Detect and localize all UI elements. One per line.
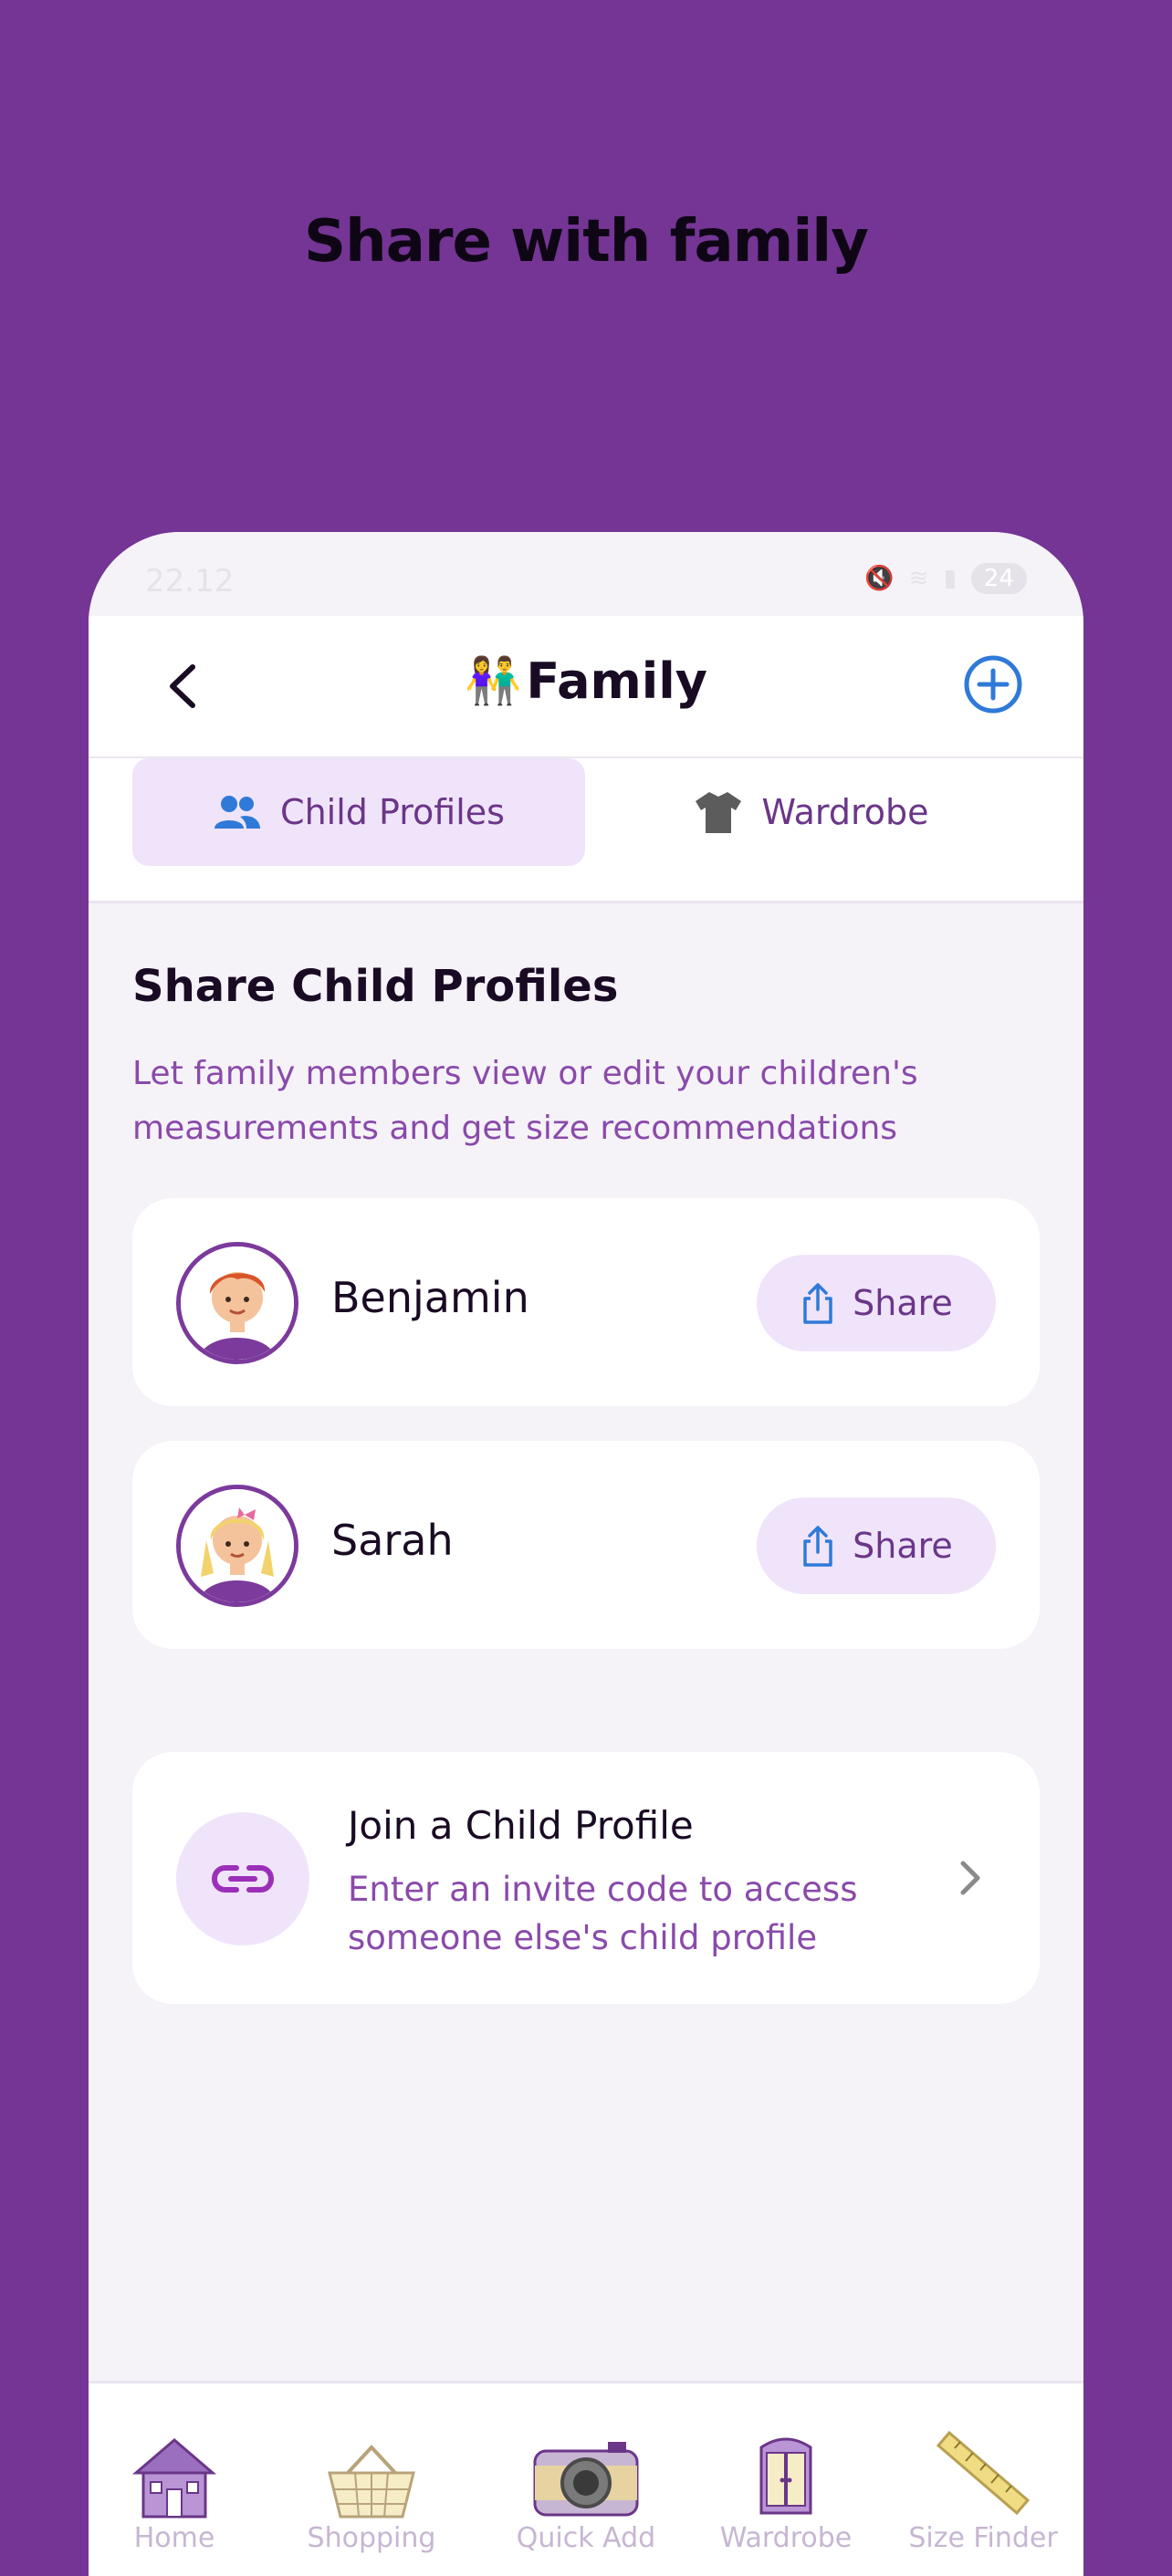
avatar	[176, 1485, 298, 1607]
nav-home-label: Home	[133, 2522, 215, 2554]
link-icon	[211, 1865, 275, 1893]
camera-icon	[533, 2442, 639, 2517]
status-icons: 🔇 ≋ ▮ 24	[864, 563, 1027, 594]
share-button-label: Share	[853, 1526, 953, 1566]
basket-icon	[328, 2445, 415, 2519]
page-title: 👫 Family	[89, 652, 1083, 710]
ruler-icon	[936, 2430, 1031, 2516]
house-icon	[131, 2438, 217, 2519]
bottom-navigation: Home Shopping Quick Add Wardrobe Size Fi…	[89, 2381, 1083, 2576]
family-emoji-icon: 👫	[464, 654, 522, 707]
nav-size-finder-label: Size Finder	[908, 2522, 1058, 2554]
nav-quick-add-label: Quick Add	[516, 2522, 656, 2554]
share-button[interactable]: Share	[757, 1255, 996, 1351]
nav-home[interactable]: Home	[89, 2427, 266, 2554]
app-bar: 👫 Family	[89, 616, 1083, 758]
tab-child-profiles-label: Child Profiles	[280, 792, 505, 832]
status-bar: 22.12 🔇 ≋ ▮ 24	[89, 532, 1083, 616]
tshirt-icon	[696, 792, 742, 833]
child-card-benjamin: Benjamin Share	[132, 1198, 1040, 1406]
tab-bar: Child Profiles Wardrobe	[89, 758, 1083, 903]
child-name: Sarah	[331, 1516, 454, 1565]
avatar	[176, 1242, 298, 1364]
nav-shopping[interactable]: Shopping	[280, 2427, 463, 2554]
join-icon-circle	[176, 1812, 309, 1945]
tab-wardrobe-label: Wardrobe	[761, 792, 929, 832]
share-button[interactable]: Share	[757, 1497, 996, 1594]
page-headline: Share with family	[304, 208, 869, 276]
phone-frame: 22.12 🔇 ≋ ▮ 24 👫 Family Child Profiles W…	[89, 532, 1083, 2576]
boy-avatar-icon	[181, 1246, 294, 1360]
chevron-right-icon	[960, 1861, 980, 1895]
wifi-icon: ≋	[908, 565, 929, 592]
section-title: Share Child Profiles	[132, 961, 619, 1012]
status-time: 22.12	[145, 563, 235, 600]
add-circle-icon[interactable]	[963, 654, 1023, 714]
child-card-sarah: Sarah Share	[132, 1441, 1040, 1649]
nav-size-finder[interactable]: Size Finder	[892, 2427, 1074, 2554]
girl-avatar-icon	[181, 1489, 294, 1602]
tab-wardrobe[interactable]: Wardrobe	[585, 758, 1038, 866]
wardrobe-icon	[759, 2437, 812, 2515]
join-title: Join a Child Profile	[348, 1803, 694, 1848]
join-description: Enter an invite code to access someone e…	[348, 1870, 858, 1957]
tab-child-profiles[interactable]: Child Profiles	[132, 758, 585, 866]
signal-icon: ▮	[943, 565, 957, 592]
nav-quick-add[interactable]: Quick Add	[495, 2427, 677, 2554]
nav-wardrobe-label: Wardrobe	[719, 2522, 853, 2554]
share-button-label: Share	[853, 1283, 953, 1323]
mute-icon: 🔇	[864, 565, 895, 592]
share-icon	[803, 1283, 832, 1324]
nav-wardrobe[interactable]: Wardrobe	[695, 2427, 877, 2554]
people-icon	[215, 796, 261, 829]
child-name: Benjamin	[331, 1273, 529, 1322]
battery-indicator: 24	[970, 563, 1027, 594]
share-icon	[803, 1526, 832, 1567]
section-description: Let family members view or edit your chi…	[132, 1055, 918, 1147]
join-child-profile-card[interactable]: Join a Child Profile Enter an invite cod…	[132, 1752, 1040, 2004]
nav-shopping-label: Shopping	[307, 2522, 436, 2554]
page-title-text: Family	[526, 652, 707, 710]
